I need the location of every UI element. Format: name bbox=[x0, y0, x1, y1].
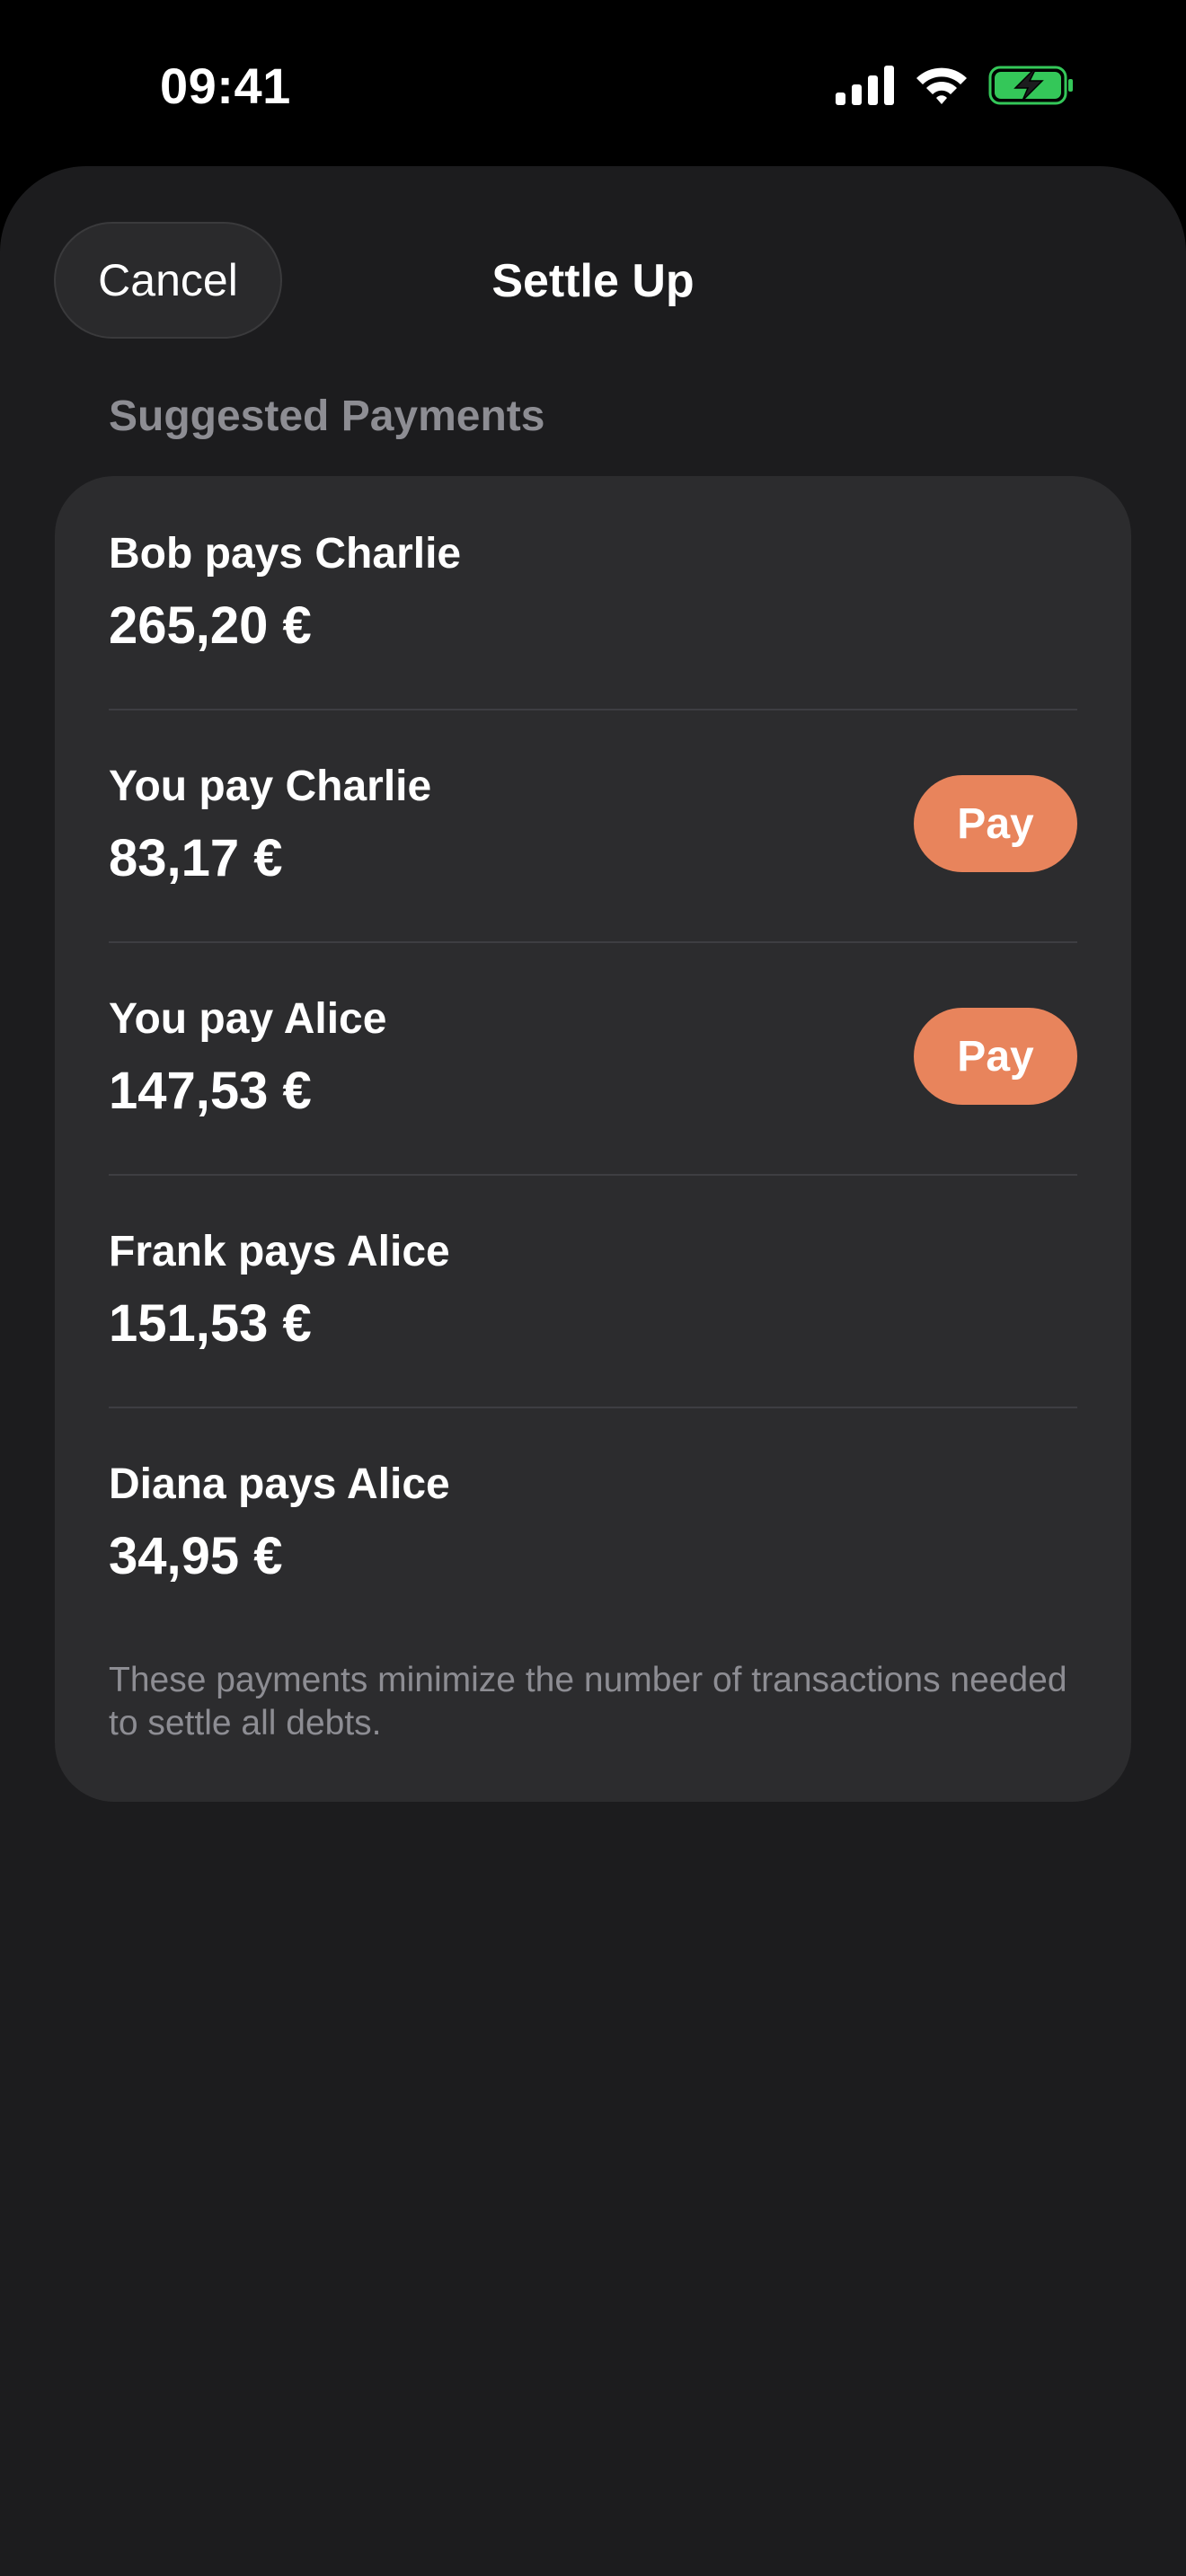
cellular-signal-icon bbox=[836, 66, 895, 105]
payment-row: You pay Alice 147,53 € Pay bbox=[55, 941, 1131, 1174]
payment-description: You pay Alice bbox=[109, 995, 387, 1043]
section-header: Suggested Payments bbox=[109, 393, 545, 440]
payment-amount: 34,95 € bbox=[109, 1527, 283, 1585]
payment-amount: 83,17 € bbox=[109, 829, 283, 887]
cancel-button[interactable]: Cancel bbox=[54, 222, 282, 339]
settle-up-sheet: Cancel Settle Up Suggested Payments Bob … bbox=[0, 166, 1186, 2576]
payment-row: Diana pays Alice 34,95 € bbox=[55, 1407, 1131, 1639]
payment-row: Frank pays Alice 151,53 € bbox=[55, 1174, 1131, 1407]
payment-row: Bob pays Charlie 265,20 € bbox=[55, 476, 1131, 709]
payment-description: Bob pays Charlie bbox=[109, 530, 462, 578]
status-time: 09:41 bbox=[160, 57, 291, 114]
payment-amount: 147,53 € bbox=[109, 1062, 312, 1120]
pay-button[interactable]: Pay bbox=[914, 775, 1077, 872]
wifi-icon bbox=[915, 66, 969, 105]
status-icons bbox=[836, 63, 1075, 108]
payment-description: Frank pays Alice bbox=[109, 1228, 450, 1275]
payment-amount: 151,53 € bbox=[109, 1294, 312, 1353]
suggested-payments-list: Bob pays Charlie 265,20 € You pay Charli… bbox=[55, 476, 1131, 1802]
status-bar: 09:41 bbox=[0, 0, 1186, 166]
footer-note: These payments minimize the number of tr… bbox=[109, 1661, 1067, 1742]
pay-button[interactable]: Pay bbox=[914, 1008, 1077, 1105]
payment-amount: 265,20 € bbox=[109, 596, 312, 655]
payment-description: You pay Charlie bbox=[109, 763, 432, 810]
payment-row: You pay Charlie 83,17 € Pay bbox=[55, 709, 1131, 941]
payment-description: Diana pays Alice bbox=[109, 1460, 450, 1508]
battery-charging-icon bbox=[988, 65, 1075, 106]
